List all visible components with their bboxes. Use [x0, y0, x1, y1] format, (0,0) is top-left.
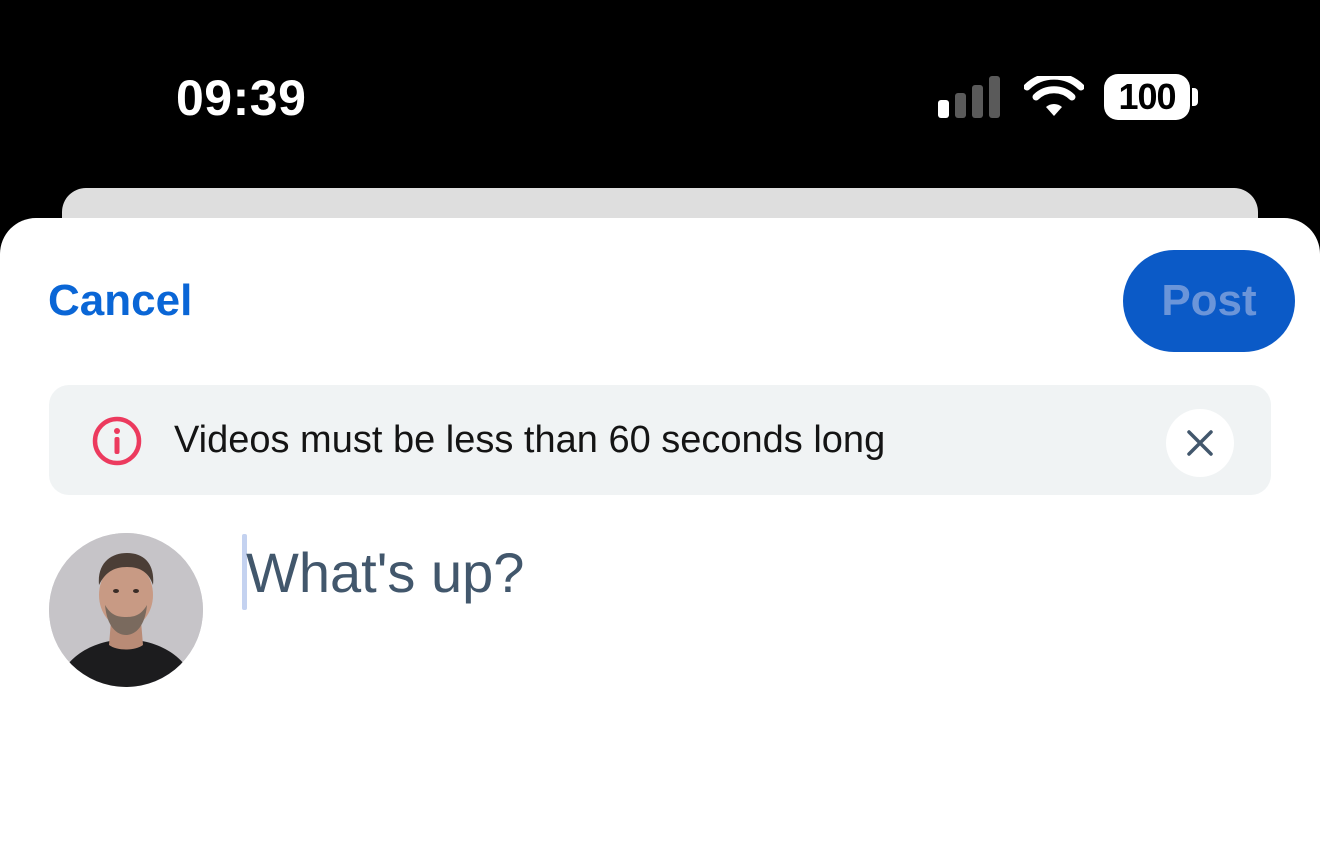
avatar-image: [49, 533, 203, 687]
wifi-icon: [1024, 76, 1084, 116]
cellular-signal-icon: [938, 76, 1000, 118]
close-icon: [1187, 430, 1213, 456]
post-button[interactable]: Post: [1123, 250, 1295, 352]
user-avatar[interactable]: [49, 533, 203, 687]
cancel-button[interactable]: Cancel: [48, 274, 192, 328]
battery-indicator: 100: [1104, 74, 1190, 120]
error-message: Videos must be less than 60 seconds long: [174, 419, 886, 461]
battery-nub: [1192, 88, 1198, 106]
info-circle-icon: [92, 416, 142, 466]
screen: 09:39 100 Cancel Post Videos must be les…: [0, 0, 1320, 852]
status-time: 09:39: [176, 70, 307, 126]
composer: [242, 532, 1282, 622]
post-text-input[interactable]: [246, 532, 1266, 612]
dismiss-alert-button[interactable]: [1166, 409, 1234, 477]
